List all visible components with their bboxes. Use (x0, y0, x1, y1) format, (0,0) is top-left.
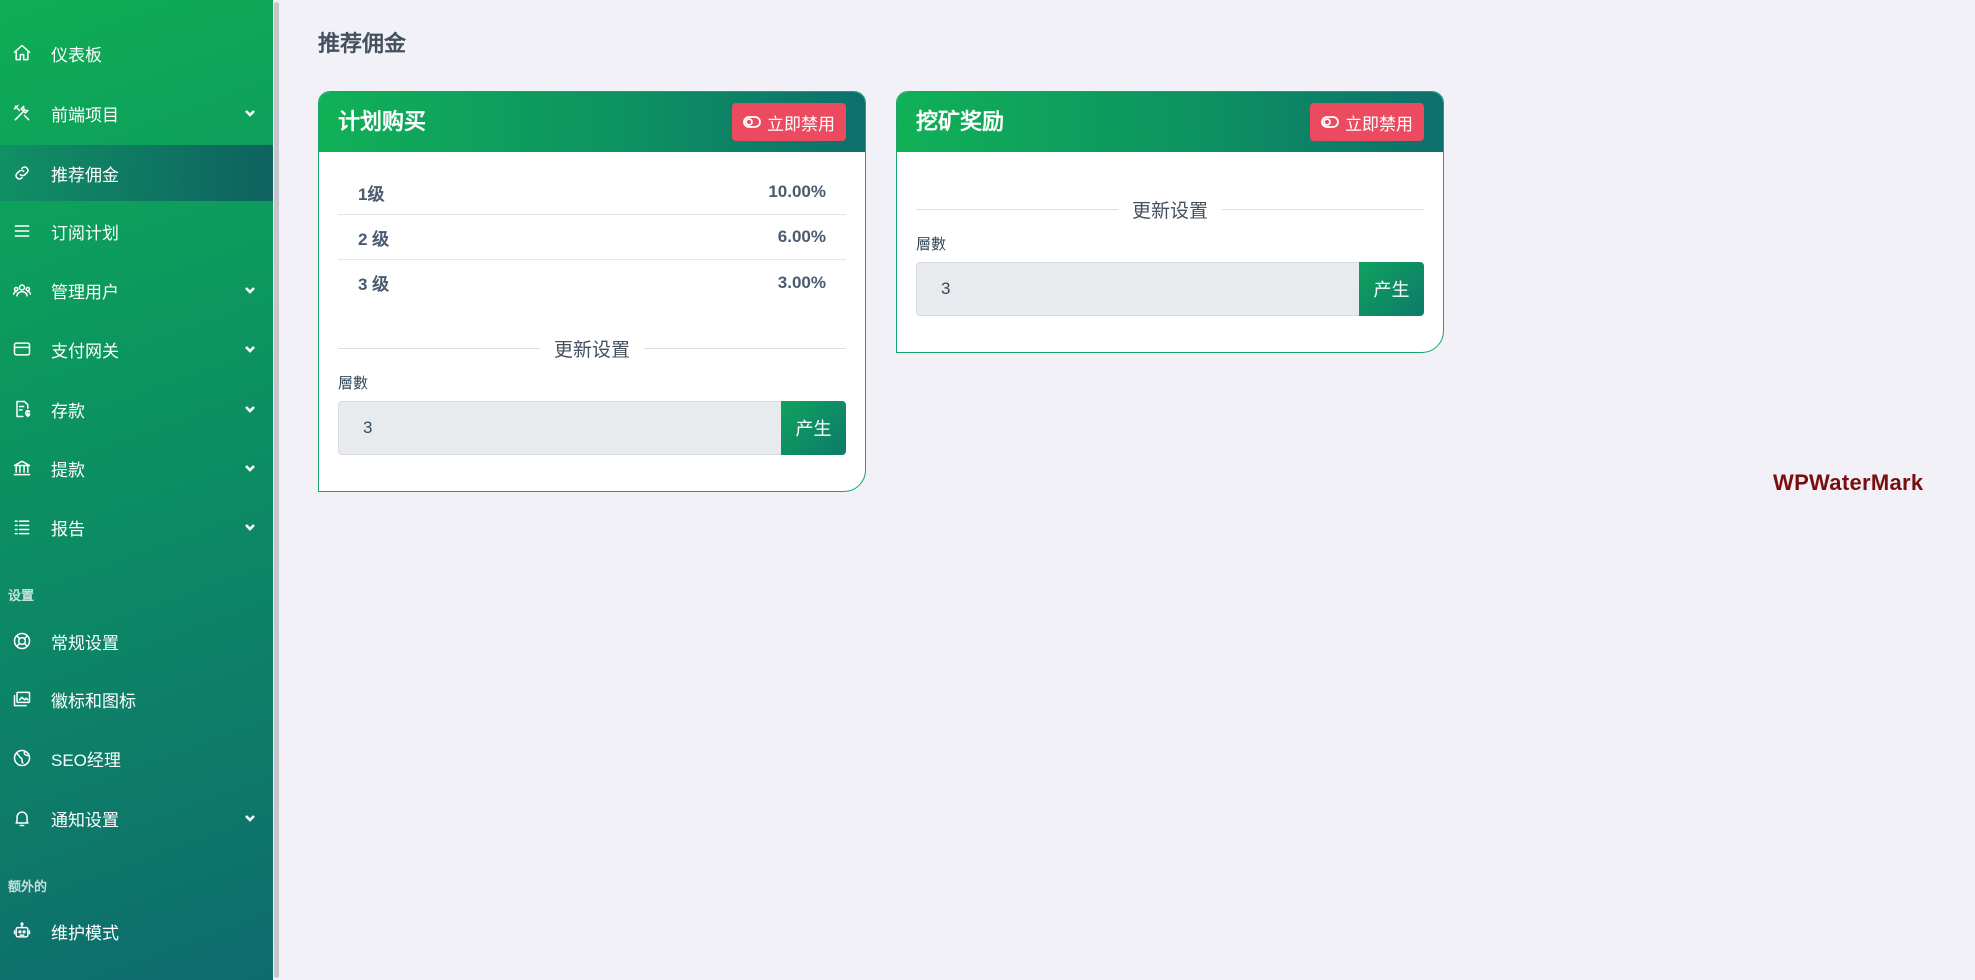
card-title: 计划购买 (338, 109, 427, 134)
update-settings-title: 更新设置 (554, 340, 631, 361)
disable-now-button[interactable]: 立即禁用 (732, 103, 846, 141)
sidebar-item-dashboard[interactable]: 仪表板 (0, 25, 273, 81)
card-body: 更新设置 層數 产生 (897, 152, 1443, 352)
list-item: 1级 10.00% (338, 170, 846, 215)
lifebuoy-icon (11, 630, 33, 652)
sidebar-scrollbar[interactable] (273, 0, 282, 980)
sidebar-item-label: 存款 (51, 401, 85, 421)
generate-button[interactable]: 产生 (781, 401, 846, 455)
chevron-down-icon (243, 461, 257, 475)
chevron-down-icon (243, 283, 257, 297)
chevron-down-icon (243, 106, 257, 120)
sidebar-item-seo-manager[interactable]: SEO经理 (0, 730, 273, 786)
sidebar-item-maintenance-mode[interactable]: 维护模式 (0, 903, 273, 959)
level-percent: 10.00% (768, 182, 826, 201)
link-icon (11, 162, 33, 184)
chevron-down-icon (243, 520, 257, 534)
level-name: 1级 (358, 184, 385, 204)
level-percent: 3.00% (777, 272, 826, 292)
levels-input[interactable] (338, 401, 781, 455)
levels-input-group: 产生 (338, 401, 846, 455)
home-icon (11, 42, 33, 64)
chevron-down-icon (243, 811, 257, 825)
sidebar-item-reports[interactable]: 报告 (0, 499, 273, 555)
sidebar-item-label: 订阅计划 (51, 223, 119, 243)
sidebar-item-frontend[interactable]: 前端项目 (0, 85, 273, 141)
sidebar-item-manage-users[interactable]: 管理用户 (0, 262, 273, 318)
commission-level-list: 1级 10.00% 2 级 6.00% 3 级 3.00% (338, 170, 846, 305)
sidebar: 仪表板 前端项目 推荐佣金 订阅计划 管理用户 支付网关 存款 提款 报告 设置… (0, 0, 282, 980)
sidebar-item-general-settings[interactable]: 常规设置 (0, 613, 273, 669)
sidebar-item-label: 通知设置 (51, 810, 119, 830)
disable-now-label: 立即禁用 (1345, 114, 1413, 134)
card-body: 1级 10.00% 2 级 6.00% 3 级 3.00% 更新设置 層數 产生 (319, 152, 865, 491)
level-percent: 6.00% (777, 227, 826, 246)
page-title: 推荐佣金 (318, 31, 407, 56)
sidebar-item-notification-settings[interactable]: 通知设置 (0, 790, 273, 846)
sidebar-item-logo-favicon[interactable]: 徽标和图标 (0, 671, 273, 727)
sidebar-item-label: 支付网关 (51, 341, 119, 361)
bell-icon (11, 807, 33, 829)
divider-line (916, 209, 1118, 210)
levels-field-label: 層數 (916, 236, 947, 253)
level-name: 3 级 (358, 275, 390, 294)
divider-line (644, 348, 847, 349)
sidebar-item-label: SEO经理 (51, 750, 121, 770)
card-header: 计划购买 立即禁用 (319, 92, 865, 152)
images-icon (11, 688, 33, 710)
users-icon (11, 279, 33, 301)
sidebar-item-label: 维护模式 (51, 923, 119, 943)
toggle-icon (743, 116, 761, 128)
card-header: 挖矿奖励 立即禁用 (897, 92, 1443, 152)
generate-button[interactable]: 产生 (1359, 262, 1424, 316)
sidebar-item-label: 推荐佣金 (51, 165, 119, 185)
sidebar-scrollbar-thumb[interactable] (274, 2, 279, 978)
sidebar-item-label: 徽标和图标 (51, 691, 136, 711)
deposit-doc-icon (11, 398, 33, 420)
level-name: 2 级 (358, 229, 390, 249)
levels-input[interactable] (916, 262, 1359, 316)
update-settings-divider: 更新设置 (338, 335, 847, 362)
sidebar-item-referral-commission[interactable]: 推荐佣金 (0, 145, 273, 201)
card-title: 挖矿奖励 (916, 109, 1005, 134)
sidebar-item-deposits[interactable]: 存款 (0, 381, 273, 437)
mining-reward-card: 挖矿奖励 立即禁用 更新设置 層數 产生 (896, 91, 1444, 353)
disable-now-button[interactable]: 立即禁用 (1310, 103, 1424, 141)
sidebar-item-withdrawals[interactable]: 提款 (0, 440, 273, 496)
sidebar-item-label: 常规设置 (51, 633, 119, 653)
sidebar-item-label: 报告 (51, 519, 85, 539)
report-list-icon (11, 516, 33, 538)
toggle-icon (1321, 116, 1339, 128)
sidebar-item-label: 前端项目 (51, 105, 119, 125)
update-settings-divider: 更新设置 (916, 196, 1425, 223)
list-item: 3 级 3.00% (338, 260, 846, 305)
sidebar-item-payment-gateways[interactable]: 支付网关 (0, 321, 273, 377)
sidebar-item-label: 仪表板 (51, 45, 102, 65)
sidebar-item-label: 提款 (51, 460, 85, 480)
divider-line (338, 348, 540, 349)
levels-input-group: 产生 (916, 262, 1424, 316)
watermark: WPWaterMark (1773, 470, 1924, 495)
robot-icon (11, 920, 33, 942)
disable-now-label: 立即禁用 (767, 114, 835, 134)
chevron-down-icon (243, 402, 257, 416)
tools-icon (11, 102, 33, 124)
globe-icon (11, 747, 33, 769)
list-item: 2 级 6.00% (338, 215, 846, 260)
sidebar-item-subscription-plans[interactable]: 订阅计划 (0, 203, 273, 259)
list-icon (11, 220, 33, 242)
sidebar-section-settings: 设置 (8, 588, 35, 603)
credit-card-icon (11, 338, 33, 360)
update-settings-title: 更新设置 (1132, 201, 1209, 222)
levels-field-label: 層數 (338, 375, 369, 392)
sidebar-item-label: 管理用户 (51, 282, 119, 302)
sidebar-section-extra: 额外的 (8, 879, 48, 894)
divider-line (1222, 209, 1425, 210)
bank-icon (11, 457, 33, 479)
chevron-down-icon (243, 342, 257, 356)
plan-purchase-card: 计划购买 立即禁用 1级 10.00% 2 级 6.00% 3 级 3.00% … (318, 91, 866, 492)
